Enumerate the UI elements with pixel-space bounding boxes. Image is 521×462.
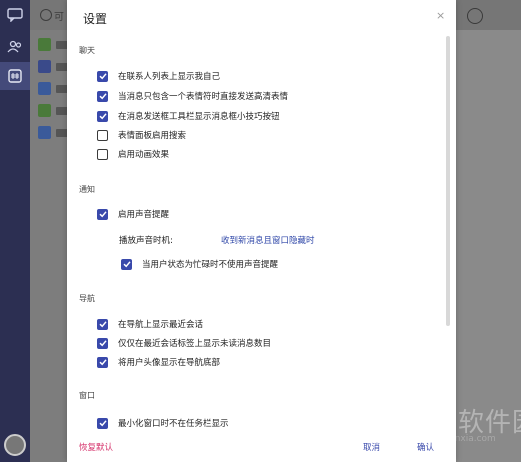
checkbox[interactable] (97, 337, 108, 349)
confirm-button[interactable]: 确认 (417, 441, 434, 453)
setting-hd-emoji[interactable]: 当消息只包含一个表情符时直接发送高清表情 (97, 89, 288, 103)
setting-label: 启用动画效果 (118, 150, 170, 160)
check-icon (98, 211, 107, 218)
list-item-icon (38, 126, 51, 139)
setting-label: 当用户状态为忙碌时不使用声音提醒 (142, 260, 279, 270)
section-header-window: 窗口 (79, 391, 95, 400)
list-item-icon (38, 60, 51, 73)
checkbox[interactable] (97, 70, 108, 82)
cancel-button[interactable]: 取消 (363, 441, 380, 453)
setting-avatar-bottom[interactable]: 将用户头像显示在导航底部 (97, 355, 220, 369)
check-icon (98, 113, 107, 120)
list-item-icon (38, 104, 51, 117)
contacts-icon[interactable] (7, 40, 23, 54)
restore-defaults-button[interactable]: 恢复默认 (79, 441, 113, 453)
search-icon[interactable] (40, 9, 52, 21)
check-icon (98, 93, 107, 100)
setting-show-myself[interactable]: 在联系人列表上显示我自己 (97, 69, 220, 83)
setting-recent-sessions[interactable]: 在导航上显示最近会话 (97, 317, 203, 331)
check-icon (98, 340, 107, 347)
checkbox[interactable] (97, 129, 108, 141)
checkbox[interactable] (97, 318, 108, 330)
history-icon[interactable] (467, 8, 483, 24)
setting-hide-taskbar[interactable]: 最小化窗口时不在任务栏显示 (97, 416, 229, 430)
check-icon (98, 359, 107, 366)
setting-sound[interactable]: 启用声音提醒 (97, 207, 169, 221)
apps-icon[interactable] (7, 69, 23, 83)
checkbox[interactable] (97, 417, 108, 429)
sound-timing-select[interactable]: 收到新消息且窗口隐藏时 (221, 234, 315, 246)
check-icon (98, 420, 107, 427)
setting-label: 当消息只包含一个表情符时直接发送高清表情 (118, 92, 289, 102)
checkbox[interactable] (97, 148, 108, 160)
setting-label: 仅仅在最近会话标签上显示未读消息数目 (118, 339, 272, 349)
setting-label: 最小化窗口时不在任务栏显示 (118, 419, 229, 429)
checkbox[interactable] (97, 90, 108, 102)
dialog-title: 设置 (83, 12, 108, 26)
check-icon (98, 73, 107, 80)
setting-label: 表情面板启用搜索 (118, 131, 187, 141)
settings-dialog: 设置 × 聊天 在联系人列表上显示我自己 当消息只包含一个表情符时直接发送高清表… (67, 0, 456, 462)
setting-label: 在消息发送框工具栏显示消息框小技巧按钮 (118, 112, 280, 122)
setting-tips-button[interactable]: 在消息发送框工具栏显示消息框小技巧按钮 (97, 109, 280, 123)
section-header-notify: 通知 (79, 185, 95, 194)
avatar[interactable] (4, 434, 26, 456)
search-text: 可 (54, 12, 64, 23)
checkbox[interactable] (97, 208, 108, 220)
section-header-chat: 聊天 (79, 46, 95, 55)
setting-label: 在联系人列表上显示我自己 (118, 72, 221, 82)
checkbox[interactable] (121, 258, 132, 270)
list-item-icon (38, 38, 51, 51)
setting-label: 将用户头像显示在导航底部 (118, 358, 221, 368)
check-icon (98, 321, 107, 328)
setting-unread-count[interactable]: 仅仅在最近会话标签上显示未读消息数目 (97, 336, 271, 350)
close-icon[interactable]: × (436, 9, 445, 22)
setting-label: 在导航上显示最近会话 (118, 320, 204, 330)
scrollbar[interactable] (446, 36, 450, 326)
setting-busy-mute[interactable]: 当用户状态为忙碌时不使用声音提醒 (121, 257, 278, 271)
section-header-nav: 导航 (79, 294, 95, 303)
checkbox[interactable] (97, 110, 108, 122)
chat-icon[interactable] (7, 8, 23, 22)
sound-timing-label: 播放声音时机: (119, 236, 173, 246)
setting-emoji-search[interactable]: 表情面板启用搜索 (97, 128, 186, 142)
setting-animation[interactable]: 启用动画效果 (97, 147, 169, 161)
checkbox[interactable] (97, 356, 108, 368)
check-icon (122, 261, 131, 268)
setting-label: 启用声音提醒 (118, 210, 170, 220)
list-item-icon (38, 82, 51, 95)
